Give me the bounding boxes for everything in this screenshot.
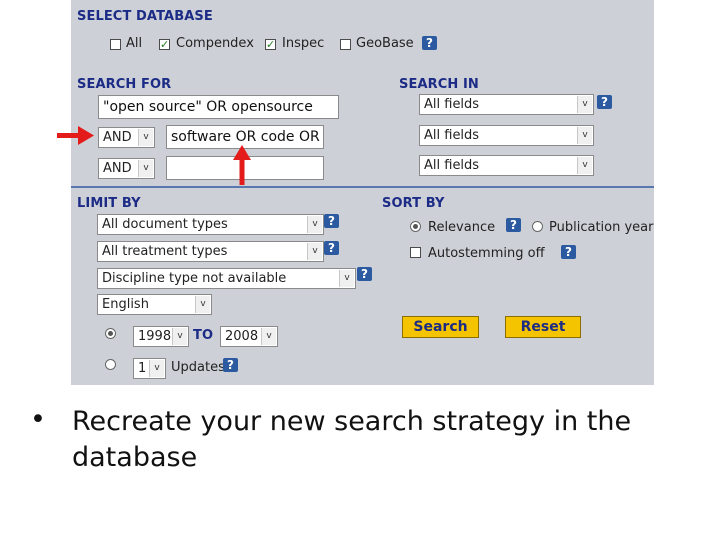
search-term-2-value: software OR code OR [171,129,320,145]
chevron-down-icon: v [195,296,210,313]
language-value: English [102,297,149,312]
year-to-select[interactable]: 2008 v [220,326,278,347]
updates-select[interactable]: 1 v [133,358,166,379]
document-type-value: All document types [102,217,228,232]
chevron-down-icon: v [149,360,164,377]
search-in-3-value: All fields [424,158,480,173]
checkbox-inspec[interactable]: ✓ [265,39,276,50]
help-icon-updates[interactable]: ? [223,358,238,372]
document-type-select[interactable]: All document types v [97,214,324,235]
limit-by-heading: LIMIT BY [77,196,141,211]
sort-by-heading: SORT BY [382,196,445,211]
search-in-1-value: All fields [424,97,480,112]
connector-1-value: AND [103,130,132,145]
sort-relevance-label: Relevance [428,220,496,235]
year-from-value: 1998 [138,329,172,344]
checkbox-geobase[interactable] [340,39,351,50]
updates-value: 1 [138,361,147,376]
year-to-value: 2008 [225,329,259,344]
language-select[interactable]: English v [97,294,212,315]
connector-2-select[interactable]: AND v [98,158,155,179]
connector-1-select[interactable]: AND v [98,127,155,148]
checkbox-all-label: All [126,36,143,51]
updates-label: Updates [171,360,225,375]
checkbox-compendex-label: Compendex [176,36,254,51]
sort-publication-year-radio[interactable] [532,221,543,232]
chevron-down-icon: v [577,127,592,144]
chevron-down-icon: v [138,129,153,146]
chevron-down-icon: v [577,157,592,174]
checkbox-all[interactable] [110,39,121,50]
help-icon-document-type[interactable]: ? [324,214,339,228]
search-term-1-input[interactable]: "open source" OR opensource [98,95,339,119]
chevron-down-icon: v [577,96,592,113]
year-to-label: TO [193,328,214,343]
checkbox-compendex[interactable]: ✓ [159,39,170,50]
arrow-up-icon [233,145,251,185]
search-for-heading: SEARCH FOR [77,77,172,92]
chevron-down-icon: v [307,216,322,233]
connector-2-value: AND [103,161,132,176]
checkbox-inspec-label: Inspec [282,36,325,51]
year-range-radio[interactable] [105,328,116,339]
chevron-down-icon: v [307,243,322,260]
autostemming-label: Autostemming off [428,246,545,261]
section-divider [71,186,654,188]
help-icon-discipline-type[interactable]: ? [357,267,372,281]
chevron-down-icon: v [339,270,354,287]
search-in-2-value: All fields [424,128,480,143]
autostemming-checkbox[interactable] [410,247,421,258]
chevron-down-icon: v [261,328,276,345]
search-in-heading: SEARCH IN [399,77,479,92]
year-from-select[interactable]: 1998 v [133,326,189,347]
discipline-type-select[interactable]: Discipline type not available v [97,268,356,289]
select-database-heading: SELECT DATABASE [77,9,213,24]
search-in-3-select[interactable]: All fields v [419,155,594,176]
search-in-1-select[interactable]: All fields v [419,94,594,115]
search-button[interactable]: Search [402,316,479,338]
help-icon-treatment-type[interactable]: ? [324,241,339,255]
arrow-right-icon [57,126,94,145]
discipline-type-value: Discipline type not available [102,271,287,286]
sort-relevance-radio[interactable] [410,221,421,232]
updates-radio[interactable] [105,359,116,370]
help-icon-database[interactable]: ? [422,36,437,50]
reset-button[interactable]: Reset [505,316,581,338]
bullet-marker: • [30,404,46,435]
help-icon-search-in[interactable]: ? [597,95,612,109]
search-in-2-select[interactable]: All fields v [419,125,594,146]
help-icon-relevance[interactable]: ? [506,218,521,232]
checkbox-geobase-label: GeoBase [356,36,414,51]
chevron-down-icon: v [172,328,187,345]
search-term-1-value: "open source" OR opensource [103,99,313,115]
treatment-type-value: All treatment types [102,244,228,259]
sort-publication-year-label: Publication year [549,220,654,235]
help-icon-autostemming[interactable]: ? [561,245,576,259]
chevron-down-icon: v [138,160,153,177]
treatment-type-select[interactable]: All treatment types v [97,241,324,262]
bullet-text: Recreate your new search strategy in the… [72,406,632,473]
